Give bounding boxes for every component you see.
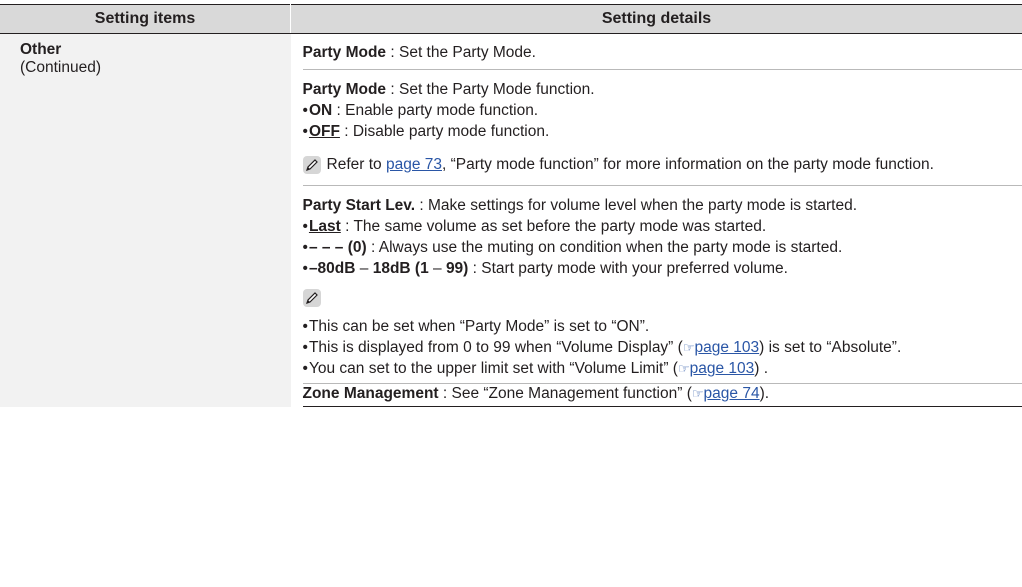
option-on-desc: : Enable party mode function. — [332, 102, 539, 119]
party-start-label: Party Start Lev. — [302, 197, 416, 214]
option-zero-label: – – – (0) — [308, 239, 367, 256]
option-on: ON : Enable party mode function. — [303, 100, 1005, 121]
item-subtitle: (Continued) — [20, 59, 101, 76]
range-min: –80dB — [308, 260, 356, 277]
page-103-link[interactable]: page 103 — [694, 339, 759, 356]
option-last: Last : The same volume as set before the… — [303, 216, 1005, 237]
range-dash-2: – — [428, 260, 446, 277]
option-range: –80dB – 18dB (1 – 99) : Start party mode… — [303, 258, 1005, 279]
page-73-link[interactable]: page 73 — [386, 156, 442, 173]
note-3-post: ) . — [754, 360, 769, 377]
party-start-section: Party Start Lev. : Make settings for vol… — [302, 186, 1022, 384]
pencil-icon — [302, 156, 321, 174]
option-off: OFF : Disable party mode function. — [303, 121, 1005, 142]
option-off-desc: : Disable party mode function. — [339, 123, 550, 140]
party-mode-label: Party Mode — [302, 81, 387, 98]
option-on-label: ON — [308, 102, 333, 119]
zone-management-desc: : See “Zone Management function” ( — [438, 385, 692, 402]
party-mode-desc: : Set the Party Mode function. — [386, 81, 595, 98]
zone-management-post: ). — [759, 385, 770, 402]
option-last-desc: : The same volume as set before the part… — [340, 218, 767, 235]
page-74-link[interactable]: page 74 — [704, 385, 760, 402]
party-mode-menu-desc: : Set the Party Mode. — [386, 44, 536, 61]
page-ref-icon: ☞ — [682, 340, 695, 355]
party-mode-note: Refer to page 73, “Party mode function” … — [302, 154, 1005, 175]
pencil-icon — [302, 289, 321, 307]
option-zero-desc: : Always use the muting on condition whe… — [366, 239, 843, 256]
zone-management-label: Zone Management — [302, 385, 439, 402]
party-mode-menu-section: Party Mode : Set the Party Mode. — [302, 34, 1022, 70]
note-text-pre: Refer to — [326, 156, 386, 173]
option-off-label: OFF — [308, 123, 340, 140]
page-ref-icon: ☞ — [691, 386, 704, 401]
party-mode-section: Party Mode : Set the Party Mode function… — [302, 70, 1022, 186]
note-1: This can be set when “Party Mode” is set… — [303, 316, 1005, 337]
note-1-text: This can be set when “Party Mode” is set… — [308, 318, 650, 335]
header-setting-items: Setting items — [0, 4, 291, 34]
option-last-label: Last — [308, 218, 341, 235]
note-3-pre: You can set to the upper limit set with … — [308, 360, 678, 377]
settings-table: Setting items Setting details Other (Con… — [0, 4, 1022, 407]
zone-management-section: Zone Management : See “Zone Management f… — [302, 384, 1022, 407]
party-start-desc: : Make settings for volume level when th… — [415, 197, 858, 214]
range-dash: – — [355, 260, 373, 277]
range-max-end: 99) — [445, 260, 469, 277]
page-ref-icon: ☞ — [677, 361, 690, 376]
page-103-link-2[interactable]: page 103 — [690, 360, 755, 377]
note-2-pre: This is displayed from 0 to 99 when “Vol… — [308, 339, 683, 356]
note-3: You can set to the upper limit set with … — [303, 358, 1005, 379]
setting-details-cell: Party Mode : Set the Party Mode. Party M… — [291, 34, 1022, 407]
option-range-desc: : Start party mode with your preferred v… — [468, 260, 788, 277]
note-2-post: ) is set to “Absolute”. — [759, 339, 902, 356]
setting-item-cell: Other (Continued) — [0, 33, 291, 407]
range-max: 18dB (1 — [372, 260, 429, 277]
header-setting-details: Setting details — [290, 4, 1022, 34]
item-title: Other — [20, 41, 62, 58]
party-mode-menu-label: Party Mode — [302, 44, 387, 61]
option-zero: – – – (0) : Always use the muting on con… — [303, 237, 1005, 258]
note-text-post: , “Party mode function” for more informa… — [441, 156, 934, 173]
note-2: This is displayed from 0 to 99 when “Vol… — [303, 337, 1005, 358]
